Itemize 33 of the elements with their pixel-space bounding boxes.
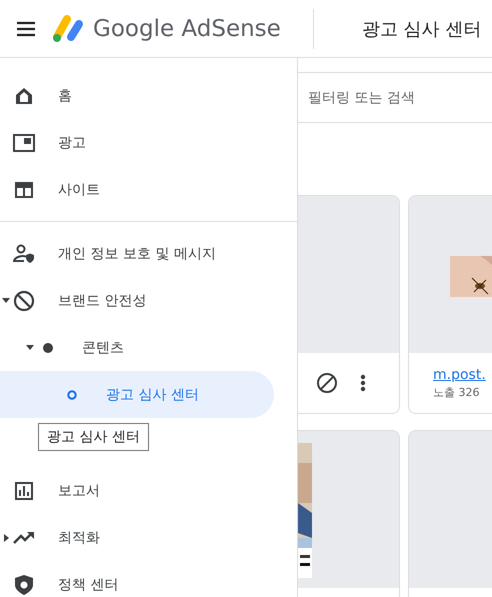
more-icon[interactable] [360, 374, 366, 392]
nav-item[interactable]: 개인 정보 보호 및 메시지 [0, 230, 274, 277]
impressions-text: 노출 326 [433, 384, 480, 400]
dot-icon [43, 342, 53, 352]
ring-icon [67, 390, 77, 400]
block-icon [13, 290, 35, 312]
bar-chart-icon [14, 480, 34, 500]
nav-item[interactable]: 콘텐츠 [0, 324, 274, 371]
tooltip: 광고 심사 센터 [38, 423, 149, 451]
nav-item[interactable]: 보고서 [0, 467, 274, 514]
caret-down-icon[interactable] [2, 298, 10, 303]
nav-item[interactable]: 정책 센터 [0, 561, 274, 597]
nav-item[interactable]: 브랜드 안전성 [0, 277, 274, 324]
nav-item[interactable]: 사이트 [0, 166, 274, 213]
site-link[interactable]: m.post. [433, 366, 486, 382]
search-field[interactable]: 필터링 또는 검색 [298, 72, 492, 123]
nav-item[interactable]: 최적화 [0, 514, 274, 561]
caret-right-icon[interactable] [4, 534, 8, 542]
layout-icon [14, 180, 34, 198]
home-icon [14, 86, 34, 106]
person-shield-icon [13, 244, 35, 264]
block-icon[interactable] [316, 372, 338, 394]
nav-item[interactable]: 광고 심사 센터 [0, 371, 274, 418]
nav-item[interactable]: 광고 [0, 119, 274, 166]
menu-icon[interactable] [16, 20, 36, 36]
trending-up-icon [13, 530, 35, 544]
policy-icon [14, 574, 34, 596]
nav-item[interactable]: 홈 [0, 72, 274, 119]
logo-icon [51, 14, 85, 42]
ad-icon [13, 134, 35, 152]
page-title: 광고 심사 센터 [362, 18, 482, 40]
product-name: Google AdSense [93, 16, 281, 42]
caret-down-icon[interactable] [26, 345, 34, 350]
